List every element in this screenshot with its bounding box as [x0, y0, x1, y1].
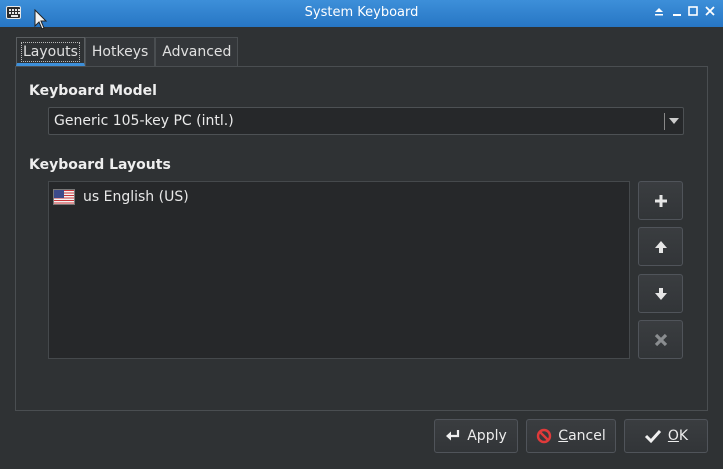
apply-button[interactable]: Apply [434, 419, 518, 453]
keyboard-model-label: Keyboard Model [29, 83, 157, 99]
enter-arrow-icon [446, 430, 460, 441]
chevron-down-icon[interactable] [669, 118, 679, 124]
keyboard-layouts-label: Keyboard Layouts [29, 157, 171, 173]
move-down-button[interactable] [638, 274, 683, 313]
shade-icon[interactable] [651, 4, 667, 22]
apply-label: Apply [467, 428, 507, 444]
us-flag-icon [53, 189, 75, 205]
close-icon[interactable] [702, 4, 718, 22]
checkmark-icon [644, 429, 662, 444]
tab-hotkeys[interactable]: Hotkeys [84, 37, 156, 66]
tab-bar: Layouts Hotkeys Advanced [16, 37, 239, 66]
mouse-cursor-icon [34, 9, 48, 30]
layout-list[interactable]: us English (US) [48, 181, 630, 359]
minimize-icon[interactable] [669, 4, 685, 22]
ok-button[interactable]: OK [624, 419, 708, 453]
window-title: System Keyboard [304, 5, 419, 20]
keyboard-model-value: Generic 105-key PC (intl.) [54, 113, 234, 129]
move-down-icon [655, 288, 667, 300]
add-layout-button[interactable] [638, 181, 683, 220]
layout-code: us [83, 189, 100, 205]
tab-layouts[interactable]: Layouts [16, 37, 85, 66]
layouts-panel: Keyboard Model Generic 105-key PC (intl.… [15, 66, 708, 411]
move-up-icon [655, 241, 667, 253]
move-up-button[interactable] [638, 227, 683, 266]
layout-name: English (US) [103, 189, 189, 205]
remove-layout-button[interactable] [638, 320, 683, 359]
tab-advanced[interactable]: Advanced [155, 37, 239, 66]
ok-label: OK [667, 428, 689, 444]
cancel-label: Cancel [558, 428, 606, 444]
combo-separator [664, 113, 665, 130]
remove-icon [654, 333, 668, 347]
cancel-icon [537, 428, 552, 444]
title-bar[interactable]: System Keyboard [0, 0, 723, 27]
cancel-button[interactable]: Cancel [526, 419, 616, 453]
add-icon [655, 195, 667, 207]
keyboard-model-select[interactable]: Generic 105-key PC (intl.) [48, 107, 684, 135]
maximize-icon[interactable] [685, 4, 701, 22]
list-item[interactable]: us English (US) [53, 187, 189, 207]
